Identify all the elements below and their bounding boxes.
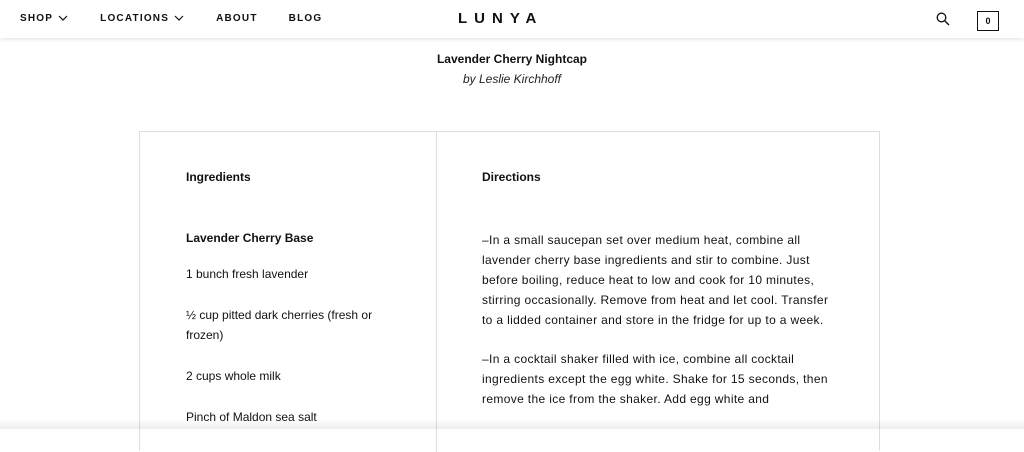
chevron-down-icon [58, 13, 68, 24]
base-heading: Lavender Cherry Base [186, 231, 314, 245]
search-icon[interactable] [936, 12, 950, 26]
cart-button[interactable]: 0 [977, 11, 999, 31]
ingredients-heading: Ingredients [186, 170, 251, 184]
nav-locations-label: LOCATIONS [100, 13, 170, 24]
cart-count: 0 [985, 16, 991, 26]
direction-step: –In a small saucepan set over medium hea… [482, 233, 829, 327]
chevron-down-icon [174, 13, 184, 24]
logo[interactable]: LUNYA [458, 10, 543, 27]
directions-list: –In a small saucepan set over medium hea… [482, 230, 837, 428]
nav-shop[interactable]: SHOP [20, 13, 68, 24]
nav-locations[interactable]: LOCATIONS [100, 13, 184, 24]
nav-about-label: ABOUT [216, 13, 258, 24]
nav-blog[interactable]: BLOG [289, 13, 323, 24]
direction-step: –In a cocktail shaker filled with ice, c… [482, 352, 828, 406]
list-item: 2 cups whole milk [186, 369, 281, 383]
recipe-card: Ingredients Lavender Cherry Base 1 bunch… [139, 131, 880, 452]
nav-about[interactable]: ABOUT [216, 13, 258, 24]
nav-blog-label: BLOG [288, 13, 323, 24]
column-divider [436, 132, 437, 452]
nav-shop-label: SHOP [20, 13, 54, 24]
bottom-fade [0, 419, 1024, 429]
recipe-byline: by Leslie Kirchhoff [462, 72, 562, 86]
main-nav: SHOP LOCATIONS ABOUT BLOG [20, 13, 322, 24]
site-header: SHOP LOCATIONS ABOUT BLOG LUNYA 0 [0, 0, 1024, 38]
list-item: 1 bunch fresh lavender [186, 267, 309, 281]
directions-heading: Directions [482, 170, 541, 184]
list-item: ½ cup pitted dark cherries (fresh or fro… [186, 308, 373, 342]
recipe-title: Lavender Cherry Nightcap [436, 52, 588, 66]
